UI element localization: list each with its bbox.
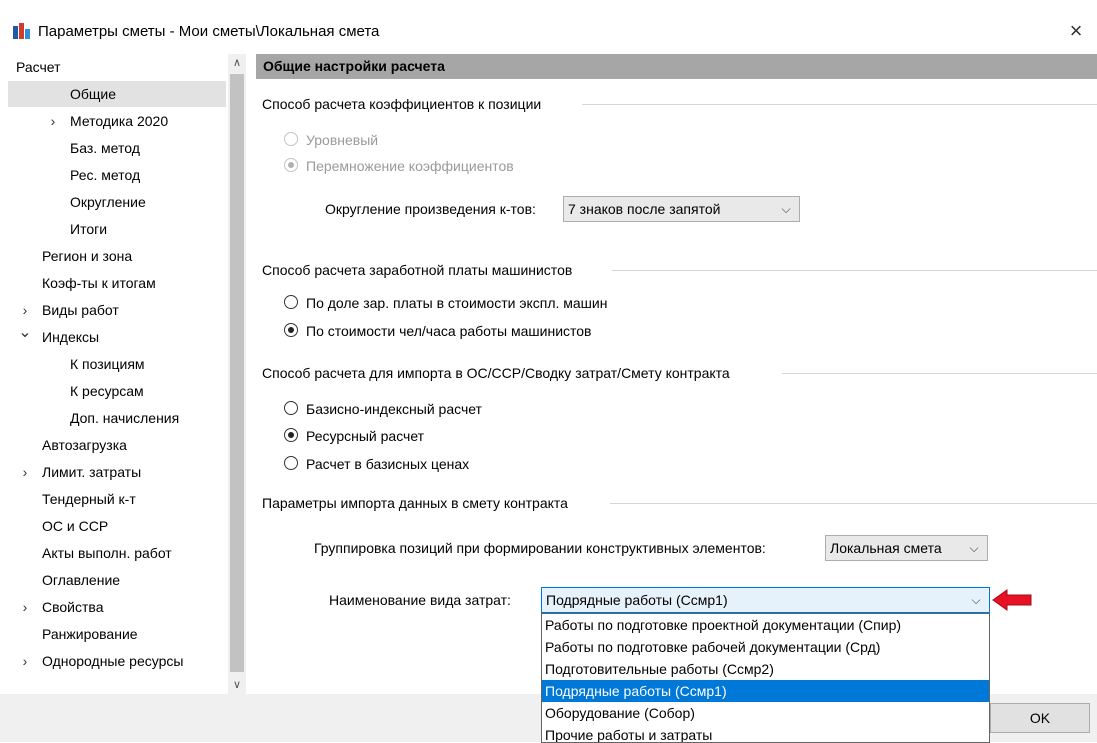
tree-item[interactable]: › Однородные ресурсы: [8, 648, 226, 674]
tree-item[interactable]: › Свойства: [8, 594, 226, 620]
dropdown-option[interactable]: Прочие работы и затраты: [542, 724, 989, 742]
tree-item[interactable]: Акты выполн. работ: [8, 540, 226, 566]
tree-item[interactable]: ⌄Расчет: [8, 54, 226, 80]
tree-item-label: Виды работ: [42, 302, 119, 318]
tree-item[interactable]: Итоги: [8, 216, 226, 242]
tree-item-label: Лимит. затраты: [42, 464, 142, 480]
tree-item-label: Однородные ресурсы: [42, 653, 184, 669]
chevron-right-icon[interactable]: ›: [18, 648, 32, 674]
title-bar: Параметры сметы - Мои сметы\Локальная см…: [0, 0, 1097, 44]
tree-item-label: Расчет: [16, 59, 61, 75]
tree-item-label: Акты выполн. работ: [42, 545, 172, 561]
group-coef-method-title: Способ расчета коэффициентов к позиции: [262, 96, 542, 112]
tree-item-label: Тендерный к-т: [42, 491, 136, 507]
tree-item[interactable]: Автозагрузка: [8, 432, 226, 458]
cost-type-dropdown-list: Работы по подготовке проектной документа…: [541, 613, 990, 743]
tree-item[interactable]: Ранжирование: [8, 621, 226, 647]
dropdown-option[interactable]: Подготовительные работы (Ссмр2): [542, 658, 989, 680]
red-arrow-icon: [992, 589, 1032, 611]
tree-item-label: Округление: [70, 194, 146, 210]
tree-item[interactable]: ⌄ Индексы: [8, 324, 226, 350]
scroll-up-icon[interactable]: ∧: [228, 54, 246, 72]
ok-button[interactable]: OK: [990, 703, 1090, 733]
chevron-right-icon[interactable]: ›: [18, 594, 32, 620]
tree-item[interactable]: К позициям: [8, 351, 226, 377]
group-wage-method-title: Способ расчета заработной платы машинист…: [262, 262, 573, 278]
group-divider: [782, 373, 1097, 374]
tree-item[interactable]: Тендерный к-т: [8, 486, 226, 512]
tree-item[interactable]: Коэф-ты к итогам: [8, 270, 226, 296]
dropdown-option[interactable]: Оборудование (Собор): [542, 702, 989, 724]
tree-item-label: Автозагрузка: [42, 437, 127, 453]
tree-item[interactable]: К ресурсам: [8, 378, 226, 404]
cost-type-label: Наименование вида затрат:: [329, 592, 511, 608]
scroll-down-icon[interactable]: ∨: [228, 676, 246, 694]
tree-item[interactable]: Округление: [8, 189, 226, 215]
dropdown-option[interactable]: Работы по подготовке проектной документа…: [542, 614, 989, 636]
tree-item-label: Коэф-ты к итогам: [42, 275, 156, 291]
tree-scrollbar[interactable]: ∧ ∨: [228, 54, 246, 694]
chevron-down-icon: ⌵: [971, 593, 981, 607]
tree-item-label: К позициям: [70, 356, 145, 372]
grouping-value: Локальная смета: [830, 540, 942, 556]
tree-item-label: Оглавление: [42, 572, 121, 588]
tree-item-label: Рес. метод: [70, 167, 141, 183]
grouping-label: Группировка позиций при формировании кон…: [314, 540, 766, 556]
group-divider: [582, 104, 1097, 105]
rounding-label: Округление произведения к-тов:: [325, 201, 536, 217]
tree-item[interactable]: Баз. метод: [8, 135, 226, 161]
tree-item-label: Баз. метод: [70, 140, 140, 156]
tree-item-label: Свойства: [42, 599, 104, 615]
tree-item-label: Ранжирование: [42, 626, 138, 642]
app-icon: [13, 23, 30, 39]
tree-item-label: ОС и ССР: [42, 518, 109, 534]
close-icon[interactable]: ×: [1061, 16, 1091, 46]
grouping-select[interactable]: Локальная смета ⌵: [825, 535, 988, 561]
chevron-right-icon[interactable]: ›: [46, 108, 60, 134]
cost-type-select[interactable]: Подрядные работы (Ссмр1) ⌵: [541, 587, 990, 613]
settings-tree: ⌄РасчетОбщие›Методика 2020Баз. методРес.…: [8, 54, 226, 694]
group-import-method-title: Способ расчета для импорта в ОС/ССР/Свод…: [262, 365, 730, 381]
dropdown-option[interactable]: Подрядные работы (Ссмр1): [542, 680, 989, 702]
chevron-down-icon[interactable]: ⌄: [18, 320, 32, 346]
scrollbar-thumb[interactable]: [230, 74, 244, 672]
rounding-select[interactable]: 7 знаков после запятой ⌵: [563, 196, 800, 222]
rounding-value: 7 знаков после запятой: [568, 201, 721, 217]
window-title: Параметры сметы - Мои сметы\Локальная см…: [38, 23, 380, 40]
chevron-down-icon: ⌵: [969, 541, 979, 555]
tree-item-label: Доп. начисления: [70, 410, 180, 426]
group-divider: [612, 270, 1097, 271]
tree-item[interactable]: ОС и ССР: [8, 513, 226, 539]
group-divider: [610, 503, 1097, 504]
tree-item[interactable]: Оглавление: [8, 567, 226, 593]
tree-item-label: Индексы: [42, 329, 100, 345]
tree-item[interactable]: › Виды работ: [8, 297, 226, 323]
tree-item[interactable]: Доп. начисления: [8, 405, 226, 431]
tree-item[interactable]: › Методика 2020: [8, 108, 226, 134]
chevron-right-icon[interactable]: ›: [18, 459, 32, 485]
dropdown-option[interactable]: Работы по подготовке рабочей документаци…: [542, 636, 989, 658]
section-header: Общие настройки расчета: [256, 54, 1097, 79]
tree-item-label: Общие: [70, 86, 117, 102]
cost-type-value: Подрядные работы (Ссмр1): [546, 592, 728, 608]
tree-item[interactable]: Регион и зона: [8, 243, 226, 269]
tree-item-label: Итоги: [70, 221, 108, 237]
tree-item-label: Регион и зона: [42, 248, 133, 264]
tree-item-label: Методика 2020: [70, 113, 169, 129]
tree-item-label: К ресурсам: [70, 383, 144, 399]
tree-item[interactable]: Общие: [8, 81, 226, 107]
group-import-params-title: Параметры импорта данных в смету контрак…: [262, 495, 568, 511]
tree-item[interactable]: Рес. метод: [8, 162, 226, 188]
chevron-down-icon: ⌵: [781, 202, 791, 216]
tree-item[interactable]: › Лимит. затраты: [8, 459, 226, 485]
